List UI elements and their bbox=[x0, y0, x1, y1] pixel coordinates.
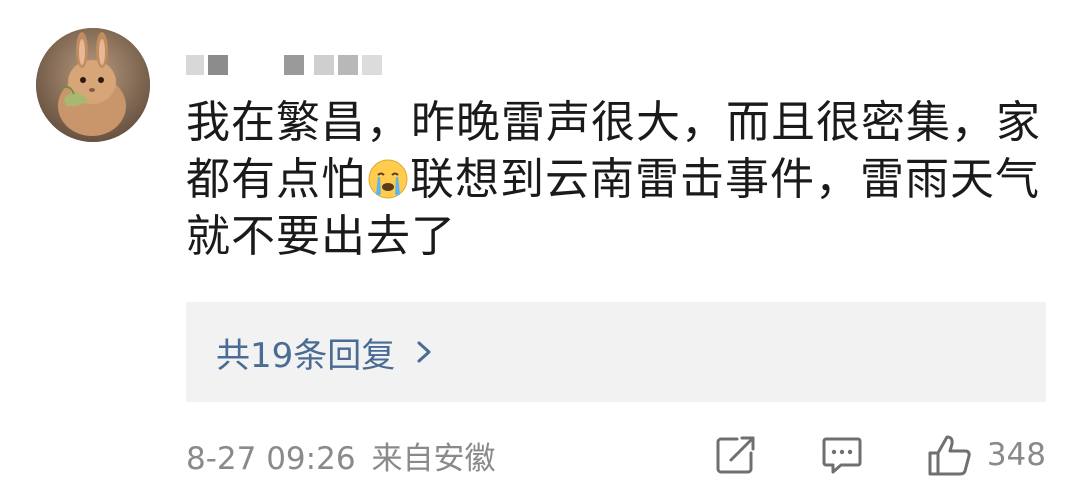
share-button[interactable] bbox=[715, 435, 757, 475]
comment-button[interactable] bbox=[821, 435, 863, 475]
view-replies-link[interactable]: 共19条回复 bbox=[216, 328, 435, 377]
timestamp: 8-27 09:26 bbox=[186, 440, 356, 477]
comment-body: 我在繁昌，昨晚雷声很大，而且很密集，家都有点怕 联想到云南雷击事件，雷雨天气就不… bbox=[186, 94, 1056, 265]
comment-meta: 8-27 09:26 来自安徽 bbox=[186, 433, 496, 478]
comment-icon bbox=[822, 437, 862, 474]
avatar[interactable] bbox=[36, 28, 150, 142]
crying-emoji-icon bbox=[367, 157, 409, 199]
like-button[interactable]: 348 bbox=[927, 433, 1046, 477]
location: 来自安徽 bbox=[371, 440, 496, 477]
rabbit-avatar-image bbox=[36, 28, 150, 142]
comment-footer: 8-27 09:26 来自安徽 348 bbox=[186, 432, 1046, 478]
action-bar: 348 bbox=[715, 432, 1046, 478]
like-count: 348 bbox=[986, 437, 1046, 473]
username-blurred[interactable] bbox=[186, 52, 386, 78]
replies-count-label: 共19条回复 bbox=[216, 335, 396, 376]
share-icon bbox=[716, 436, 755, 474]
replies-preview: 共19条回复 bbox=[186, 302, 1046, 402]
comment-item: 我在繁昌，昨晚雷声很大，而且很密集，家都有点怕 联想到云南雷击事件，雷雨天气就不… bbox=[0, 0, 1080, 490]
chevron-right-icon bbox=[417, 341, 431, 363]
thumbs-up-icon bbox=[928, 435, 971, 476]
